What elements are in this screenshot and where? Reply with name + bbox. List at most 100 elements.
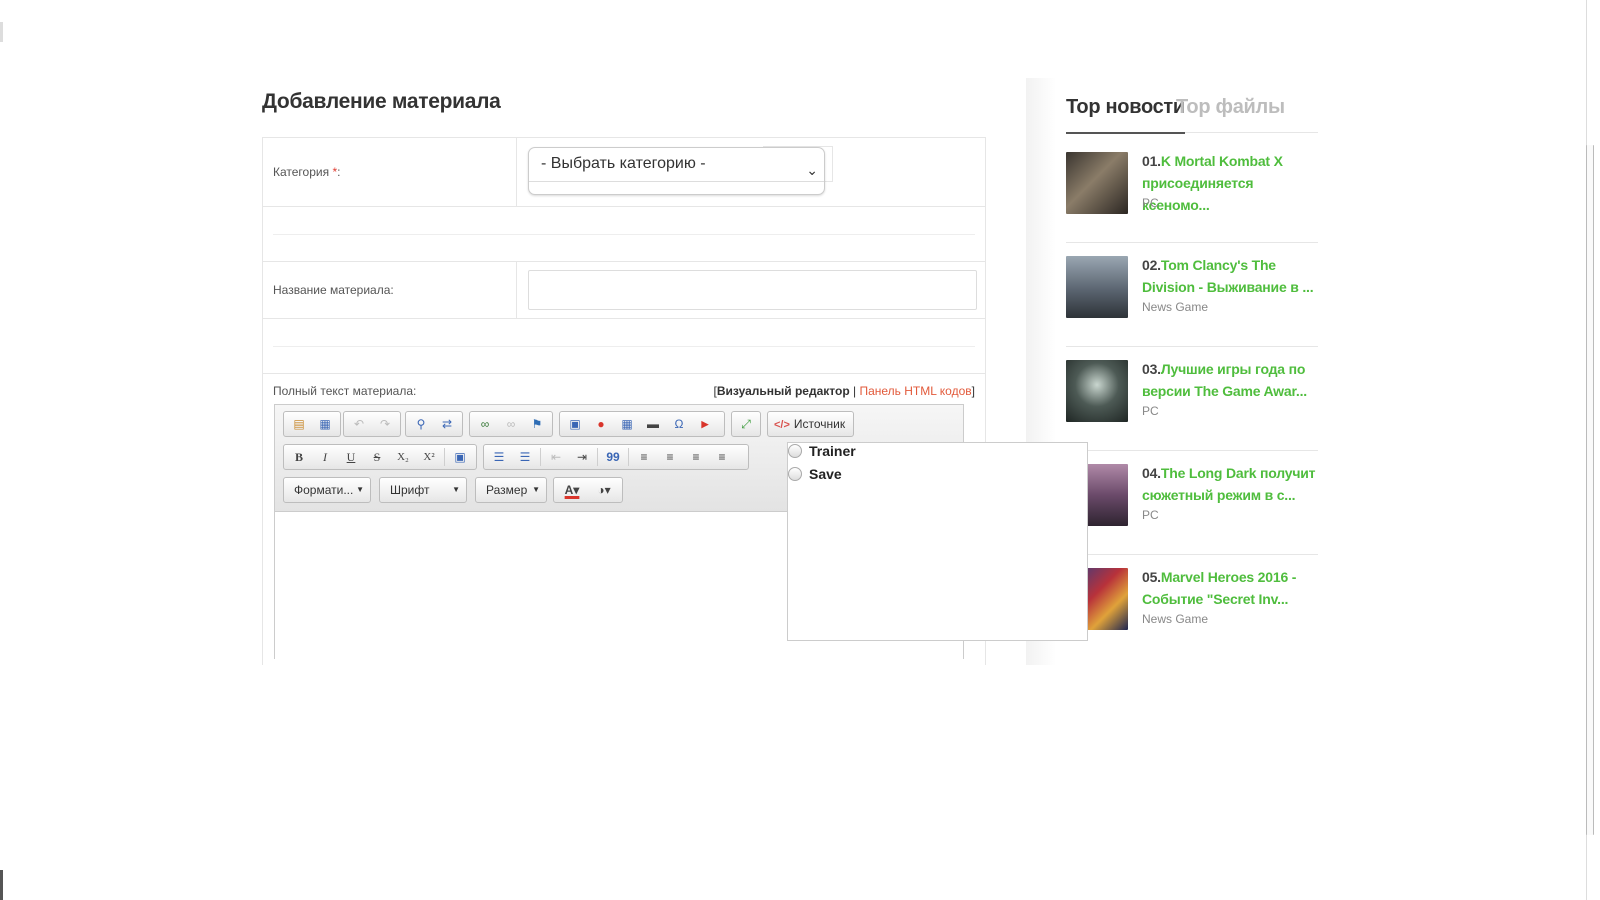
- news-item[interactable]: 02.Tom Clancy's The Division - Выживание…: [1066, 242, 1318, 347]
- spacer-rule: [273, 234, 975, 235]
- option-label: Save: [809, 466, 842, 482]
- replace-icon[interactable]: ⇄: [434, 413, 460, 435]
- news-title[interactable]: 02.Tom Clancy's The Division - Выживание…: [1142, 254, 1318, 298]
- bold-icon[interactable]: B: [286, 446, 312, 468]
- page-scrollbar[interactable]: [1568, 0, 1600, 900]
- toolbar-group-view: ⤢: [731, 411, 761, 437]
- option-save[interactable]: Save: [788, 466, 842, 482]
- spacer-row: [263, 207, 985, 262]
- news-number: 02.: [1142, 257, 1161, 273]
- news-item[interactable]: 03.Лучшие игры года по версии The Game A…: [1066, 346, 1318, 451]
- source-label: Источник: [793, 417, 846, 431]
- column-divider-2: [516, 262, 517, 318]
- toolbar-group-history: ↶ ↷: [343, 411, 401, 437]
- radio-button[interactable]: [788, 444, 802, 458]
- visual-editor-link[interactable]: Визуальный редактор: [717, 384, 850, 398]
- text-color-icon[interactable]: A▾: [556, 479, 588, 501]
- toolbar-group-document: ▤ ▦: [283, 411, 341, 437]
- subscript-icon[interactable]: X₂: [390, 446, 416, 468]
- numbered-list-icon[interactable]: ☰: [486, 446, 512, 468]
- fulltext-label: Полный текст материала:: [273, 384, 417, 398]
- font-combo[interactable]: Шрифт ▼: [379, 477, 467, 503]
- remove-format-icon[interactable]: ▣: [447, 446, 473, 468]
- news-category: PC: [1142, 508, 1159, 522]
- category-select[interactable]: - Выбрать категорию - ⌄: [528, 147, 825, 195]
- superscript-icon[interactable]: X²: [416, 446, 442, 468]
- unlink-icon[interactable]: ∞: [498, 413, 524, 435]
- link-icon[interactable]: ∞: [472, 413, 498, 435]
- news-item[interactable]: 04.The Long Dark получит сюжетный режим …: [1066, 450, 1318, 555]
- news-item[interactable]: 05.Marvel Heroes 2016 - Событие "Secret …: [1066, 554, 1318, 658]
- news-title-text: Marvel Heroes 2016 - Событие "Secret Inv…: [1142, 569, 1297, 607]
- size-combo[interactable]: Размер ▼: [475, 477, 547, 503]
- paste-word-icon[interactable]: ▦: [312, 413, 338, 435]
- main-content: Добавление материала: [262, 88, 986, 128]
- radio-button[interactable]: [788, 467, 802, 481]
- news-title[interactable]: 03.Лучшие игры года по версии The Game A…: [1142, 358, 1318, 402]
- indent-icon[interactable]: ⇥: [569, 446, 595, 468]
- toolbar-group-find: ⚲ ⇄: [405, 411, 463, 437]
- category-label: Категория *:: [273, 165, 340, 179]
- mode-divider: |: [849, 384, 860, 398]
- horizontal-rule-icon[interactable]: ▬: [640, 413, 666, 435]
- select-inner-rule: [529, 181, 824, 182]
- format-combo-label: Формати...: [294, 483, 354, 497]
- justify-icon[interactable]: ≡: [709, 446, 735, 468]
- format-combo[interactable]: Формати... ▼: [283, 477, 371, 503]
- redo-icon[interactable]: ↷: [372, 413, 398, 435]
- source-button[interactable]: </> Источник: [767, 411, 855, 437]
- spacer-row-2: [263, 319, 985, 374]
- news-title-text: Tom Clancy's The Division - Выживание в …: [1142, 257, 1314, 295]
- table-icon[interactable]: ▦: [614, 413, 640, 435]
- news-title[interactable]: 01.K Mortal Kombat X присоединяется ксен…: [1142, 150, 1318, 216]
- underline-icon[interactable]: U: [338, 446, 364, 468]
- align-right-icon[interactable]: ≡: [683, 446, 709, 468]
- bg-color-icon[interactable]: ◑▾: [588, 479, 620, 501]
- category-label-text: Категория: [273, 165, 333, 179]
- template-icon[interactable]: ▤: [286, 413, 312, 435]
- blockquote-icon[interactable]: 99: [600, 446, 626, 468]
- news-title[interactable]: 05.Marvel Heroes 2016 - Событие "Secret …: [1142, 566, 1318, 610]
- toolbar-group-basic-styles: B I U S X₂ X² ▣: [283, 444, 477, 470]
- scrollbar-thumb[interactable]: [1586, 145, 1594, 835]
- maximize-icon[interactable]: ⤢: [734, 413, 758, 435]
- bulleted-list-icon[interactable]: ☰: [512, 446, 538, 468]
- news-item[interactable]: 01.K Mortal Kombat X присоединяется ксен…: [1066, 138, 1318, 243]
- column-divider: [516, 138, 517, 206]
- anchor-icon[interactable]: ⚑: [524, 413, 550, 435]
- mode-bracket-close: ]: [971, 384, 975, 398]
- tab-top-news[interactable]: Top новости: [1066, 92, 1185, 134]
- news-number: 05.: [1142, 569, 1161, 585]
- news-thumbnail[interactable]: [1066, 256, 1128, 318]
- category-select-value: - Выбрать категорию -: [541, 155, 706, 172]
- flash-icon[interactable]: ●: [588, 413, 614, 435]
- material-name-input[interactable]: [528, 270, 977, 310]
- news-thumbnail[interactable]: [1066, 360, 1128, 422]
- option-trainer[interactable]: Trainer: [788, 443, 856, 459]
- option-label: Trainer: [809, 443, 856, 459]
- name-row: Название материала:: [263, 262, 985, 319]
- tab-top-files[interactable]: Top файлы: [1176, 92, 1285, 122]
- italic-icon[interactable]: I: [312, 446, 338, 468]
- outdent-icon[interactable]: ⇤: [543, 446, 569, 468]
- size-combo-label: Размер: [486, 483, 528, 497]
- html-panel-link[interactable]: Панель HTML кодов: [859, 384, 971, 398]
- strike-icon[interactable]: S: [364, 446, 390, 468]
- special-char-icon[interactable]: Ω: [666, 413, 692, 435]
- image-icon[interactable]: ▣: [562, 413, 588, 435]
- news-category: News Game: [1142, 612, 1209, 626]
- news-category: News Game: [1142, 300, 1209, 314]
- caret-down-icon: ▼: [532, 485, 540, 494]
- font-combo-label: Шрифт: [390, 483, 430, 497]
- find-icon[interactable]: ⚲: [408, 413, 434, 435]
- news-thumbnail[interactable]: [1066, 152, 1128, 214]
- news-title[interactable]: 04.The Long Dark получит сюжетный режим …: [1142, 462, 1318, 506]
- sidebar-tabs: Top новости Top файлы: [1066, 92, 1318, 134]
- undo-icon[interactable]: ↶: [346, 413, 372, 435]
- align-left-icon[interactable]: ≡: [631, 446, 657, 468]
- align-center-icon[interactable]: ≡: [657, 446, 683, 468]
- chevron-down-icon: ⌄: [806, 162, 818, 178]
- youtube-icon[interactable]: ▶: [692, 413, 718, 435]
- news-number: 03.: [1142, 361, 1161, 377]
- toolbar-separator: [444, 448, 445, 466]
